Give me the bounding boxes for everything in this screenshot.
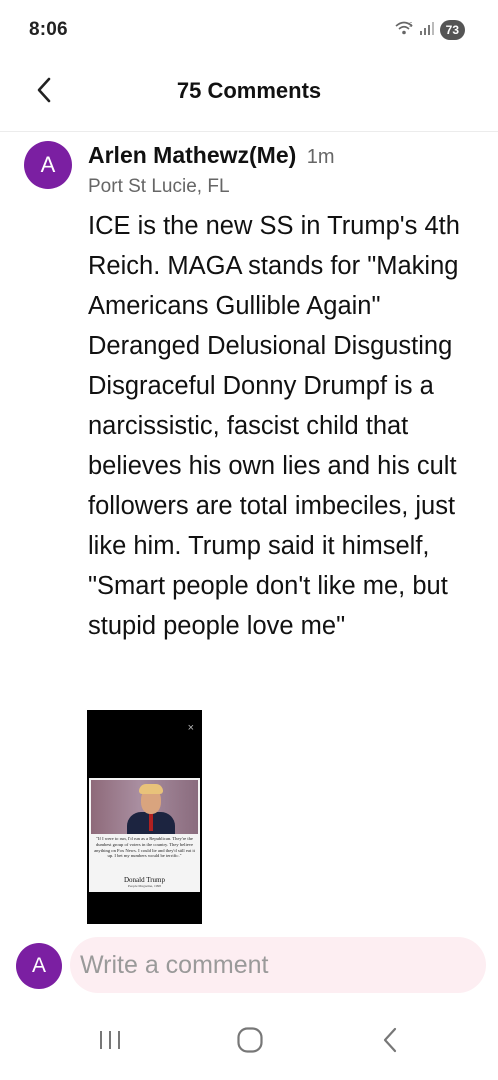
comment-body: ICE is the new SS in Trump's 4th Reich. … (88, 212, 460, 640)
page-title: 75 Comments (176, 78, 322, 103)
home-icon (236, 1026, 264, 1059)
quote-text: "If I were to run, I'd run as a Republic… (94, 836, 195, 859)
wifi-icon: 5 (394, 20, 414, 41)
comment-author[interactable]: Arlen Mathewz(Me) (88, 142, 296, 168)
status-time: 8:06 (29, 19, 68, 40)
portrait-photo (91, 780, 198, 834)
signal-icon (419, 20, 435, 41)
comment-author-line: Arlen Mathewz(Me) 1m (88, 142, 335, 169)
close-icon[interactable]: × (188, 722, 194, 734)
nav-back-button[interactable] (360, 1022, 420, 1062)
comment-composer: A (14, 937, 486, 993)
quote-source: People Magazine, 1998 (128, 884, 161, 888)
comment-image[interactable]: × "If I were to run, I'd run as a Republ… (87, 710, 202, 924)
comment-location: Port St Lucie, FL (88, 176, 230, 197)
status-bar: 8:06 5 73 (0, 0, 498, 60)
avatar[interactable]: A (24, 141, 72, 189)
quote-attribution: Donald Trump (123, 876, 166, 884)
comment-input[interactable] (80, 945, 470, 985)
battery-icon: 73 (439, 20, 465, 40)
recent-apps-icon (97, 1029, 123, 1056)
recent-apps-button[interactable] (80, 1022, 140, 1062)
svg-text:5: 5 (409, 22, 413, 29)
comment-time: 1m (306, 146, 335, 168)
nav-bar (0, 1008, 498, 1080)
status-icons: 5 73 (394, 19, 465, 41)
comment-field[interactable] (70, 937, 486, 993)
composer-avatar: A (16, 943, 62, 989)
header: 75 Comments (0, 62, 498, 132)
quote-card: "If I were to run, I'd run as a Republic… (89, 778, 200, 892)
back-icon (381, 1026, 399, 1059)
home-button[interactable] (220, 1022, 280, 1062)
